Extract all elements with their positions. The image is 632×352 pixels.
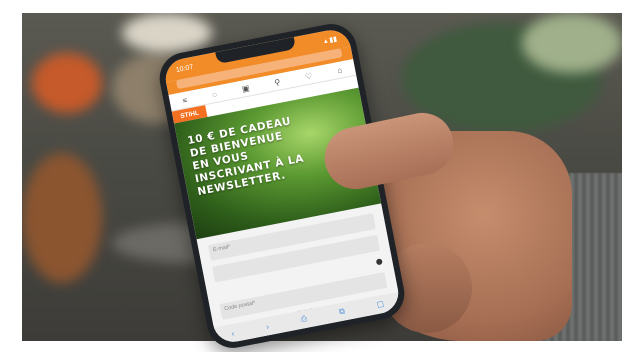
search-icon[interactable]: ⚲ (274, 77, 281, 87)
favorite-icon[interactable]: ♡ (304, 71, 313, 81)
status-icons: ▴ ▮▮ (323, 35, 338, 46)
workbench-tool-blob (32, 53, 102, 113)
bookmarks-icon[interactable]: ⧉ (338, 306, 346, 317)
forward-icon[interactable]: › (265, 322, 269, 331)
share-icon[interactable]: ⎙ (300, 314, 308, 325)
crate-light-blob (522, 13, 622, 73)
workbench-clamp-blob (22, 153, 102, 283)
status-time: 10:07 (175, 63, 194, 74)
tabs-icon[interactable]: ☐ (376, 299, 385, 309)
home-icon[interactable]: ⌂ (336, 65, 342, 75)
menu-icon[interactable]: ≡ (182, 95, 188, 105)
postcode-placeholder: Code postal* (223, 300, 256, 313)
workbench-white-blob (122, 13, 212, 53)
email-placeholder: E-mail* (212, 244, 231, 254)
product-icon[interactable]: ▣ (241, 83, 250, 93)
radio-dot-icon (375, 258, 383, 266)
store-icon[interactable]: ◌ (211, 89, 217, 99)
back-icon[interactable]: ‹ (231, 328, 235, 337)
